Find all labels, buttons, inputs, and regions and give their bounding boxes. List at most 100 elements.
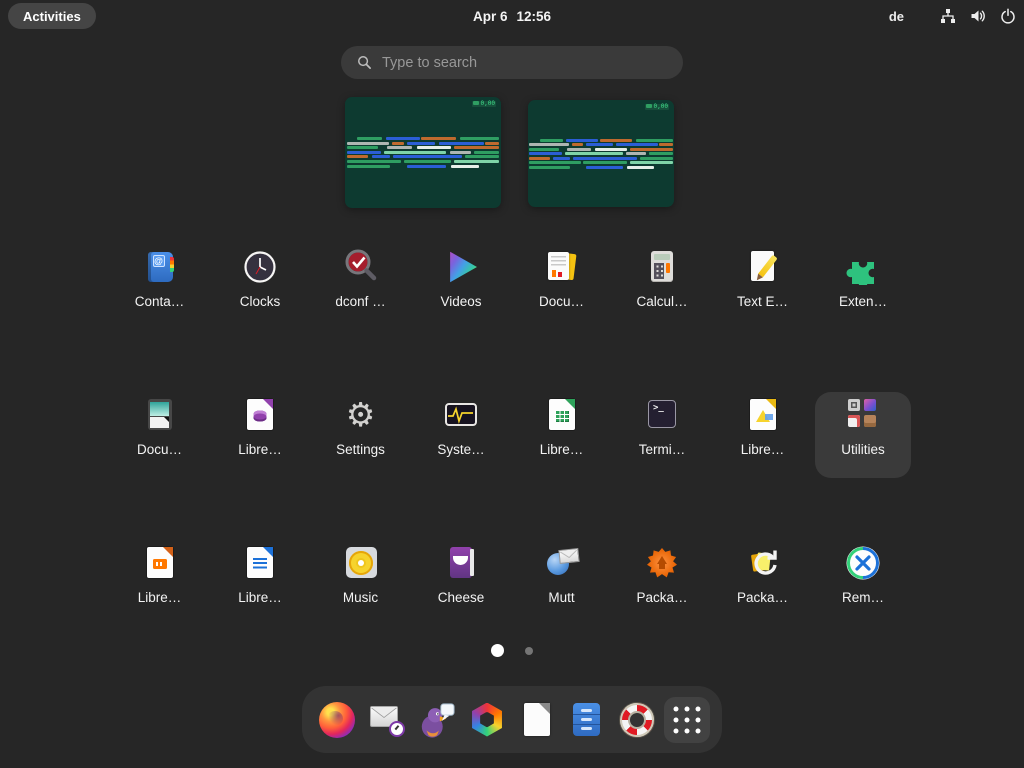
app-music[interactable]: Music — [313, 540, 409, 626]
top-bar: Activities Apr 6 12:56 de — [0, 0, 1024, 32]
terminal-window-preview-1[interactable]: 0,00 — [345, 97, 501, 208]
app-label: Music — [313, 590, 409, 605]
cheese-icon — [443, 545, 479, 581]
app-label: Text E… — [715, 294, 811, 309]
app-label: Libre… — [112, 590, 208, 605]
clock-time: 12:56 — [516, 9, 551, 24]
clock-button[interactable]: Apr 6 12:56 — [473, 0, 551, 32]
contacts-icon: @ — [142, 249, 178, 285]
app-label: Docu… — [514, 294, 610, 309]
app-mutt[interactable]: Mutt — [514, 540, 610, 626]
pidgin-icon — [418, 701, 456, 739]
app-system-monitor[interactable]: Syste… — [413, 392, 509, 478]
dock-item-libreoffice[interactable] — [512, 692, 562, 748]
app-label: Termi… — [614, 442, 710, 457]
app-label: Exten… — [815, 294, 911, 309]
app-label: Cheese — [413, 590, 509, 605]
photos-icon — [468, 701, 506, 739]
app-label: Calcul… — [614, 294, 710, 309]
app-calculator[interactable]: Calcul… — [614, 244, 710, 330]
app-extensions[interactable]: Exten… — [815, 244, 911, 330]
page-dot-1[interactable] — [491, 644, 504, 657]
app-documents[interactable]: Docu… — [514, 244, 610, 330]
mutt-icon — [544, 545, 580, 581]
search-icon — [357, 55, 372, 70]
app-remmina[interactable]: Rem… — [815, 540, 911, 626]
volume-icon — [969, 8, 986, 25]
app-videos[interactable]: Videos — [413, 244, 509, 330]
app-label: Libre… — [212, 590, 308, 605]
keyboard-layout-indicator: de — [889, 9, 904, 24]
dock-item-firefox[interactable] — [312, 692, 362, 748]
music-icon — [343, 545, 379, 581]
terminal-load-badge: 0,00 — [645, 104, 669, 110]
app-package-installer[interactable]: Packa… — [614, 540, 710, 626]
remmina-icon — [845, 545, 881, 581]
app-libreoffice-calc[interactable]: Libre… — [514, 392, 610, 478]
package-updater-icon — [745, 545, 781, 581]
activities-label: Activities — [23, 9, 81, 24]
calculator-icon — [644, 249, 680, 285]
system-status-area[interactable]: de — [889, 0, 1016, 32]
terminal-load-badge: 0,00 — [472, 101, 496, 107]
app-label: Packa… — [715, 590, 811, 605]
app-libreoffice-draw[interactable]: Libre… — [715, 392, 811, 478]
app-label: Mutt — [514, 590, 610, 605]
system-monitor-icon — [443, 397, 479, 433]
app-label: Utilities — [815, 442, 911, 457]
app-dconf-editor[interactable]: dconf … — [313, 244, 409, 330]
app-libreoffice-base[interactable]: Libre… — [212, 392, 308, 478]
app-text-editor[interactable]: Text E… — [715, 244, 811, 330]
dock-item-app-grid[interactable] — [662, 692, 712, 748]
page-dot-2[interactable] — [525, 647, 533, 655]
app-label: Rem… — [815, 590, 911, 605]
activities-button[interactable]: Activities — [8, 3, 96, 29]
app-label: Settings — [313, 442, 409, 457]
app-settings[interactable]: ⚙ Settings — [313, 392, 409, 478]
dock-item-files[interactable] — [562, 692, 612, 748]
text-editor-icon — [745, 249, 781, 285]
network-wired-icon — [939, 8, 956, 25]
dock — [302, 686, 722, 753]
app-contacts[interactable]: @ Conta… — [112, 244, 208, 330]
app-terminal[interactable]: >_ Termi… — [614, 392, 710, 478]
app-label: dconf … — [313, 294, 409, 309]
clock-date: Apr 6 — [473, 9, 508, 24]
dconf-editor-icon — [343, 249, 379, 285]
utilities-folder-icon — [845, 397, 881, 433]
app-libreoffice-impress[interactable]: Libre… — [112, 540, 208, 626]
app-label: Conta… — [112, 294, 208, 309]
firefox-icon — [318, 701, 356, 739]
files-icon — [568, 701, 606, 739]
dock-item-pidgin[interactable] — [412, 692, 462, 748]
app-label: Libre… — [715, 442, 811, 457]
app-clocks[interactable]: Clocks — [212, 244, 308, 330]
libreoffice-base-icon — [242, 397, 278, 433]
power-icon — [999, 8, 1016, 25]
app-label: Packa… — [614, 590, 710, 605]
dock-item-photos[interactable] — [462, 692, 512, 748]
app-label: Libre… — [514, 442, 610, 457]
search-bar[interactable] — [341, 46, 683, 79]
settings-icon: ⚙ — [343, 397, 379, 433]
help-icon — [618, 701, 656, 739]
app-utilities-folder[interactable]: Utilities — [815, 392, 911, 478]
search-input[interactable] — [382, 55, 671, 71]
app-label: Syste… — [413, 442, 509, 457]
app-libreoffice-writer[interactable]: Libre… — [212, 540, 308, 626]
package-installer-icon — [644, 545, 680, 581]
terminal-window-preview-2[interactable]: 0,00 — [528, 100, 674, 207]
app-label: Docu… — [112, 442, 208, 457]
app-document-scanner[interactable]: Docu… — [112, 392, 208, 478]
evolution-icon — [368, 701, 406, 739]
dock-item-evolution[interactable] — [362, 692, 412, 748]
app-cheese[interactable]: Cheese — [413, 540, 509, 626]
dock-item-help[interactable] — [612, 692, 662, 748]
libreoffice-calc-icon — [544, 397, 580, 433]
app-package-updater[interactable]: Packa… — [715, 540, 811, 626]
extensions-icon — [845, 249, 881, 285]
videos-icon — [443, 249, 479, 285]
page-indicator — [0, 644, 1024, 657]
document-scanner-icon — [142, 397, 178, 433]
terminal-icon: >_ — [644, 397, 680, 433]
